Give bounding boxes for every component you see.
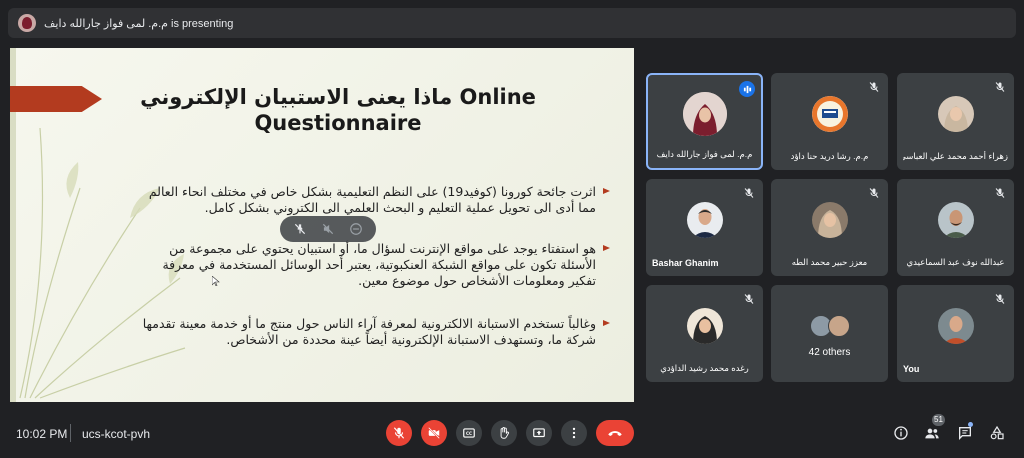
mic-off-icon xyxy=(995,188,1005,198)
participant-name: رغده محمد رشيد الداؤدي xyxy=(660,363,749,373)
mic-off-icon xyxy=(995,294,1005,304)
slide-title-line2: Questionnaire xyxy=(254,111,422,135)
separator xyxy=(70,424,71,442)
chat-icon xyxy=(959,427,971,440)
remove-icon[interactable] xyxy=(345,218,367,240)
more-vert-icon xyxy=(572,427,576,439)
info-icon xyxy=(894,426,908,440)
participant-name: زهراء أحمد محمد علي العباسي xyxy=(903,151,1008,161)
bottom-control-bar: 10:02 PM ucs-kcot-pvh CC 51 xyxy=(0,410,1024,458)
slide-bullet-2: هو استفتاء يوجد على مواقع الإنترنت لسؤال… xyxy=(136,241,596,289)
avatar xyxy=(811,201,848,238)
svg-text:CC: CC xyxy=(466,431,472,436)
participant-count-badge: 51 xyxy=(932,414,945,426)
participant-tile-6[interactable]: عبدالله نوف عبد السماعيدي xyxy=(897,179,1014,276)
mic-off-icon xyxy=(393,427,405,439)
avatar xyxy=(686,201,723,238)
participant-name: عبدالله نوف عبد السماعيدي xyxy=(906,257,1005,267)
mic-off-icon xyxy=(744,188,754,198)
avatar xyxy=(682,92,727,137)
avatar xyxy=(937,307,974,344)
raise-hand-button[interactable] xyxy=(491,420,517,446)
chat-notification-dot xyxy=(968,422,973,427)
presentation-controls xyxy=(280,216,376,242)
pin-off-icon[interactable] xyxy=(289,218,311,240)
mouse-cursor-icon xyxy=(212,276,220,286)
hand-icon xyxy=(500,426,509,439)
presenter-avatar xyxy=(18,14,36,32)
participant-name: م.م. رشا دريد حنا داؤد xyxy=(790,151,869,161)
meeting-code: ucs-kcot-pvh xyxy=(82,427,151,441)
camera-off-icon xyxy=(428,427,440,439)
avatar xyxy=(937,201,974,238)
participant-name: You xyxy=(903,364,920,374)
meet-window: م.م. لمى فواز جارالله دايف is presenting… xyxy=(0,0,1024,458)
participant-tile-3[interactable]: زهراء أحمد محمد علي العباسي xyxy=(897,73,1014,170)
mic-off-icon xyxy=(869,82,879,92)
slide-title-line1: ماذا يعنى الاستبيان الإلكتروني Online xyxy=(140,85,536,109)
participant-tile-2[interactable]: م.م. رشا دريد حنا داؤد xyxy=(771,73,888,170)
others-count: 42 others xyxy=(808,347,851,358)
clock-time: 10:02 PM xyxy=(16,427,68,441)
participant-name: م.م. لمى فواز جارالله دايف xyxy=(656,149,753,159)
participant-tile-7[interactable]: رغده محمد رشيد الداؤدي xyxy=(646,285,763,382)
hang-up-icon xyxy=(608,431,622,436)
participant-tile-others[interactable]: 42 others xyxy=(771,285,888,382)
microphone-toggle-button[interactable] xyxy=(386,420,412,446)
activities-button[interactable] xyxy=(986,422,1008,444)
present-now-button[interactable] xyxy=(526,420,552,446)
avatar xyxy=(686,307,723,344)
mute-presentation-icon[interactable] xyxy=(317,218,339,240)
participant-tile-5[interactable]: معزز حبير محمد الطه xyxy=(771,179,888,276)
avatar xyxy=(937,95,974,132)
presenting-bar[interactable]: م.م. لمى فواز جارالله دايف is presenting xyxy=(8,8,1016,38)
slide-bullet-3: وغالباً تستخدم الاستبانة الالكترونية لمع… xyxy=(136,316,596,348)
participant-tile-4[interactable]: Bashar Ghanim xyxy=(646,179,763,276)
participant-name: Bashar Ghanim xyxy=(652,258,719,268)
more-options-button[interactable] xyxy=(561,420,587,446)
present-icon xyxy=(533,428,545,438)
people-icon xyxy=(925,428,939,439)
captions-icon: CC xyxy=(463,428,475,438)
activities-icon xyxy=(990,425,1004,440)
speaking-indicator-icon xyxy=(739,81,755,97)
avatar xyxy=(827,315,850,337)
slide-bullet-1: اثرت جائحة كورونا (كوفيد19) على النظم ال… xyxy=(136,184,596,216)
meeting-details-button[interactable] xyxy=(890,422,912,444)
slide-title: ماذا يعنى الاستبيان الإلكتروني Online Qu… xyxy=(108,84,568,136)
participant-tile-1[interactable]: م.م. لمى فواز جارالله دايف xyxy=(646,73,763,170)
presentation-slide: ماذا يعنى الاستبيان الإلكتروني Online Qu… xyxy=(10,48,634,402)
mic-off-icon xyxy=(995,82,1005,92)
mic-off-icon xyxy=(744,294,754,304)
others-avatars xyxy=(809,315,850,337)
participant-name: معزز حبير محمد الطه xyxy=(791,257,868,267)
leave-call-button[interactable] xyxy=(596,420,634,446)
captions-button[interactable]: CC xyxy=(456,420,482,446)
camera-toggle-button[interactable] xyxy=(421,420,447,446)
participant-tile-you[interactable]: You xyxy=(897,285,1014,382)
presenting-text: م.م. لمى فواز جارالله دايف is presenting xyxy=(44,17,234,30)
avatar xyxy=(811,95,848,132)
mic-off-icon xyxy=(869,188,879,198)
